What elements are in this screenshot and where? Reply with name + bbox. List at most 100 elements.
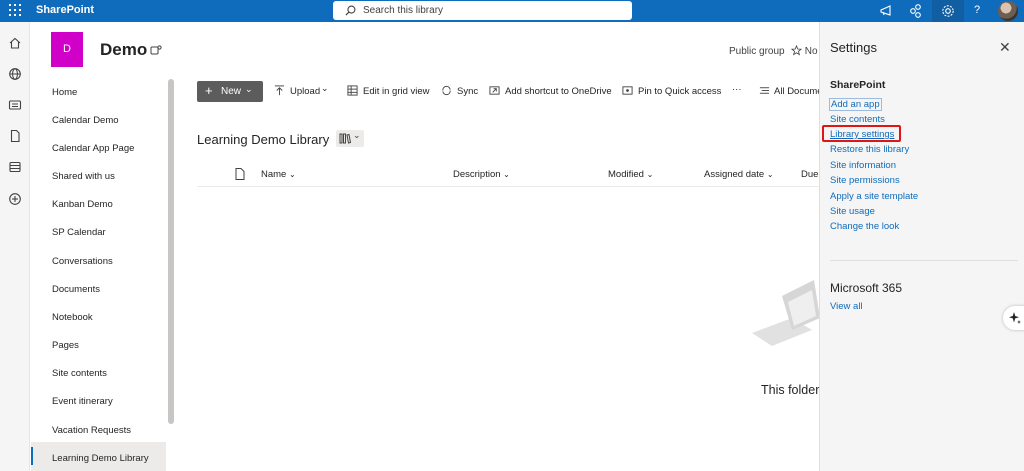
nav-item-vacation-requests[interactable]: Vacation Requests [52, 425, 131, 436]
settings-panel-title: Settings [830, 40, 877, 55]
column-header-label: Modified [608, 169, 644, 180]
file-type-icon [235, 168, 245, 180]
column-header-description[interactable]: Description ⌄ [453, 169, 510, 180]
site-usage-link[interactable]: Site usage [830, 206, 875, 217]
site-information-link[interactable]: Site information [830, 160, 896, 171]
site-navigation: Home Calendar Demo Calendar App Page Sha… [31, 77, 166, 471]
add-shortcut-button[interactable]: Add shortcut to OneDrive [505, 86, 612, 97]
site-permissions-link[interactable]: Site permissions [830, 175, 900, 186]
column-header-assigned-date[interactable]: Assigned date ⌄ [704, 169, 774, 180]
nav-item-sp-calendar[interactable]: SP Calendar [52, 227, 106, 238]
site-title[interactable]: Demo [100, 40, 147, 60]
nav-scrollbar[interactable] [168, 79, 174, 424]
copilot-button[interactable] [1003, 306, 1024, 330]
library-view-button[interactable]: ⌄ [336, 130, 364, 147]
megaphone-icon[interactable] [878, 2, 896, 20]
highlight-box [822, 125, 901, 142]
apply-site-template-link[interactable]: Apply a site template [830, 191, 918, 202]
pin-icon [622, 86, 633, 95]
library-title[interactable]: Learning Demo Library [197, 132, 329, 147]
column-header-label: Due [801, 169, 819, 180]
view-all-link[interactable]: View all [830, 301, 863, 312]
chevron-down-icon[interactable]: ⌄ [321, 83, 329, 94]
follow-label: No [804, 46, 818, 57]
add-an-app-link[interactable]: Add an app [829, 98, 882, 111]
edit-grid-view-button[interactable]: Edit in grid view [363, 86, 430, 97]
app-name[interactable]: SharePoint [36, 4, 94, 16]
app-rail [0, 22, 30, 471]
nav-item-calendar-demo[interactable]: Calendar Demo [52, 115, 119, 126]
view-selector[interactable]: All Docume [774, 86, 823, 97]
search-icon [345, 5, 356, 16]
section-heading-microsoft-365: Microsoft 365 [830, 281, 903, 295]
nav-item-notebook[interactable]: Notebook [52, 312, 93, 323]
help-icon[interactable]: ? [974, 4, 980, 16]
column-header-label: Assigned date [704, 169, 765, 180]
change-the-look-link[interactable]: Change the look [830, 221, 899, 232]
suite-header: SharePoint Search this library ? [0, 0, 1024, 22]
chevron-down-icon: ⌄ [646, 170, 654, 179]
nav-active-indicator [31, 447, 33, 465]
site-contents-link[interactable]: Site contents [830, 114, 885, 125]
follow-button[interactable]: No [790, 44, 818, 57]
avatar[interactable] [998, 1, 1018, 21]
file-icon[interactable] [8, 129, 22, 143]
more-options-icon[interactable]: ··· [732, 84, 742, 95]
plus-icon: + [205, 83, 213, 98]
nav-item-conversations[interactable]: Conversations [52, 256, 113, 267]
panel-divider [830, 260, 1018, 261]
view-options-icon [759, 87, 770, 94]
privacy-label: Public group [729, 46, 785, 57]
list-icon[interactable] [8, 160, 22, 174]
nav-item-calendar-app-page[interactable]: Calendar App Page [52, 143, 134, 154]
sparkle-icon [1009, 312, 1021, 324]
nav-item-site-contents[interactable]: Site contents [52, 368, 107, 379]
grid-icon [347, 85, 358, 96]
chevron-down-icon: ⌄ [288, 170, 296, 179]
site-logo[interactable]: D [51, 32, 83, 67]
search-box[interactable]: Search this library [333, 1, 632, 20]
teams-icon[interactable] [150, 44, 162, 56]
new-button[interactable]: + New ⌄ [197, 81, 263, 102]
header-divider [197, 186, 819, 187]
nav-item-home[interactable]: Home [52, 87, 77, 98]
restore-library-link[interactable]: Restore this library [830, 144, 909, 155]
star-icon [790, 44, 803, 56]
search-input[interactable]: Search this library [363, 5, 443, 16]
empty-state-text: This folder [761, 383, 820, 397]
column-header-modified[interactable]: Modified ⌄ [608, 169, 653, 180]
nav-item-kanban-demo[interactable]: Kanban Demo [52, 199, 113, 210]
home-icon[interactable] [8, 36, 22, 50]
nav-item-learning-demo-library[interactable]: Learning Demo Library [52, 453, 149, 464]
gear-icon [942, 5, 954, 17]
section-heading-sharepoint: SharePoint [830, 79, 886, 91]
column-header-label: Name [261, 169, 287, 180]
globe-icon[interactable] [8, 67, 22, 81]
chevron-down-icon: ⌄ [503, 170, 510, 179]
command-bar: + New ⌄ Upload ⌄ Edit in grid view Sync … [176, 78, 823, 104]
sync-button[interactable]: Sync [457, 86, 478, 97]
nav-item-shared-with-us[interactable]: Shared with us [52, 171, 115, 182]
new-label: New [221, 86, 242, 97]
upload-icon [274, 85, 285, 96]
share-nodes-icon[interactable] [907, 2, 925, 20]
upload-button[interactable]: Upload [290, 86, 320, 97]
chevron-down-icon: ⌄ [353, 130, 361, 140]
news-icon[interactable] [8, 98, 22, 112]
chevron-down-icon: ⌄ [245, 84, 253, 94]
chevron-down-icon: ⌄ [766, 170, 774, 179]
nav-item-documents[interactable]: Documents [52, 284, 100, 295]
app-launcher-icon[interactable] [9, 4, 21, 16]
empty-folder-illustration [752, 280, 820, 346]
add-circle-icon[interactable] [8, 192, 22, 206]
pin-quick-access-button[interactable]: Pin to Quick access [638, 86, 721, 97]
sync-icon [442, 85, 451, 96]
nav-item-event-itinerary[interactable]: Event itinerary [52, 396, 113, 407]
shortcut-icon [489, 86, 500, 95]
column-header-due[interactable]: Due [801, 169, 818, 180]
settings-button[interactable] [932, 0, 964, 22]
close-icon[interactable]: ✕ [999, 39, 1011, 56]
settings-panel: Settings ✕ SharePoint Add an app Site co… [819, 22, 1024, 471]
column-header-name[interactable]: Name ⌄ [261, 169, 296, 180]
nav-item-pages[interactable]: Pages [52, 340, 79, 351]
